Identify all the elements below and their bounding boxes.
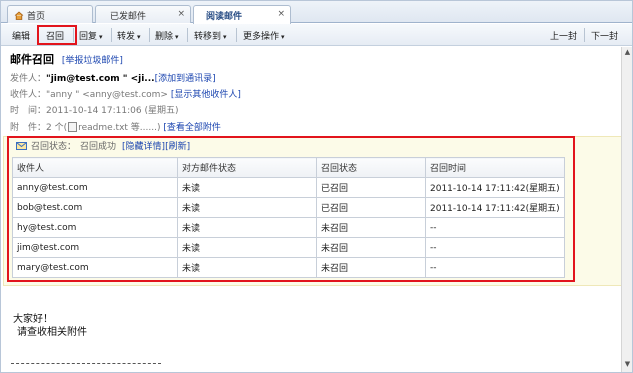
tab-home-label: 首页 [27,12,46,22]
toolbar-divider [111,28,112,42]
to-row: 收件人："anny " <anny@test.com> [显示其他收件人] [10,87,241,100]
to-value: "anny " <anny@test.com> [46,90,168,100]
mail-window: 首页 已发邮件 × 阅读邮件 × 编辑 召回 回复 ▾ 转发 ▾ 删除 ▾ 转移到 ▾ … [0,0,633,373]
toolbar-divider [187,28,188,42]
time-row: 时 间：2011-10-14 17:11:06 (星期五) [10,103,179,116]
file-icon [68,122,78,132]
tab-read-mail-label: 阅读邮件 [206,12,243,22]
tab-home[interactable]: 首页 [7,5,93,23]
chevron-down-icon: ▾ [223,33,227,41]
tab-sent-mail[interactable]: 已发邮件 × [95,5,191,23]
from-row: 发件人："jim@test.com " <ji...[添加到通讯录] [10,71,216,84]
home-icon [14,11,24,20]
toolbar-divider [236,28,237,42]
delete-button[interactable]: 删除 ▾ [155,29,179,42]
attachment-row: 附 件：2 个( readme.txt 等......) [查看全部附件 [10,120,221,133]
to-label: 收件人： [10,90,47,100]
add-contact-link[interactable]: [添加到通讯录] [155,74,216,84]
toolbar: 编辑 召回 回复 ▾ 转发 ▾ 删除 ▾ 转移到 ▾ 更多操作 ▾ 上一封 下一封 [1,24,632,46]
tab-read-mail[interactable]: 阅读邮件 × [193,5,291,24]
next-mail-button[interactable]: 下一封 [591,29,618,42]
time-value: 2011-10-14 17:11:06 (星期五) [46,106,179,116]
report-spam-link[interactable]: [举报垃圾邮件] [62,56,123,66]
reply-label: 回复 [79,32,98,42]
recall-highlight-box [37,25,77,45]
mail-subject-row: 邮件召回 [举报垃圾邮件] [10,51,123,67]
vertical-scrollbar[interactable]: ▲ ▼ [621,47,632,372]
reply-button[interactable]: 回复 ▾ [79,29,103,42]
toolbar-divider [584,28,585,42]
view-all-attachments-link[interactable]: [查看全部附件 [163,123,221,133]
chevron-down-icon: ▾ [281,33,285,41]
signature-divider [11,363,161,364]
attachment-file: readme.txt 等......) [78,123,161,133]
forward-label: 转发 [117,32,136,42]
recall-highlight-frame [7,136,575,282]
mail-subject: 邮件召回 [10,53,54,66]
attachment-label: 附 件： [10,123,47,133]
attachment-count: 2 个( [46,123,68,133]
scroll-down-icon[interactable]: ▼ [623,360,632,369]
toolbar-divider [149,28,150,42]
tab-bar: 首页 已发邮件 × 阅读邮件 × [1,1,632,24]
more-actions-label: 更多操作 [243,32,280,42]
close-icon[interactable]: × [177,9,185,19]
chevron-down-icon: ▾ [137,33,141,41]
chevron-down-icon: ▾ [99,33,103,41]
from-label: 发件人： [10,74,47,84]
delete-label: 删除 [155,32,174,42]
more-actions-button[interactable]: 更多操作 ▾ [243,29,285,42]
from-value: "jim@test.com " <ji... [46,74,155,84]
show-recipients-link[interactable]: [显示其他收件人] [171,90,241,100]
close-icon[interactable]: × [277,9,285,19]
move-to-button[interactable]: 转移到 ▾ [194,29,227,42]
scroll-up-icon[interactable]: ▲ [623,48,632,57]
tab-sent-mail-label: 已发邮件 [110,12,147,22]
prev-mail-button[interactable]: 上一封 [550,29,577,42]
mail-body-line: 请查收相关附件 [17,327,87,338]
time-label: 时 间： [10,106,47,116]
move-to-label: 转移到 [194,32,222,42]
forward-button[interactable]: 转发 ▾ [117,29,141,42]
edit-button[interactable]: 编辑 [12,29,30,42]
chevron-down-icon: ▾ [175,33,179,41]
